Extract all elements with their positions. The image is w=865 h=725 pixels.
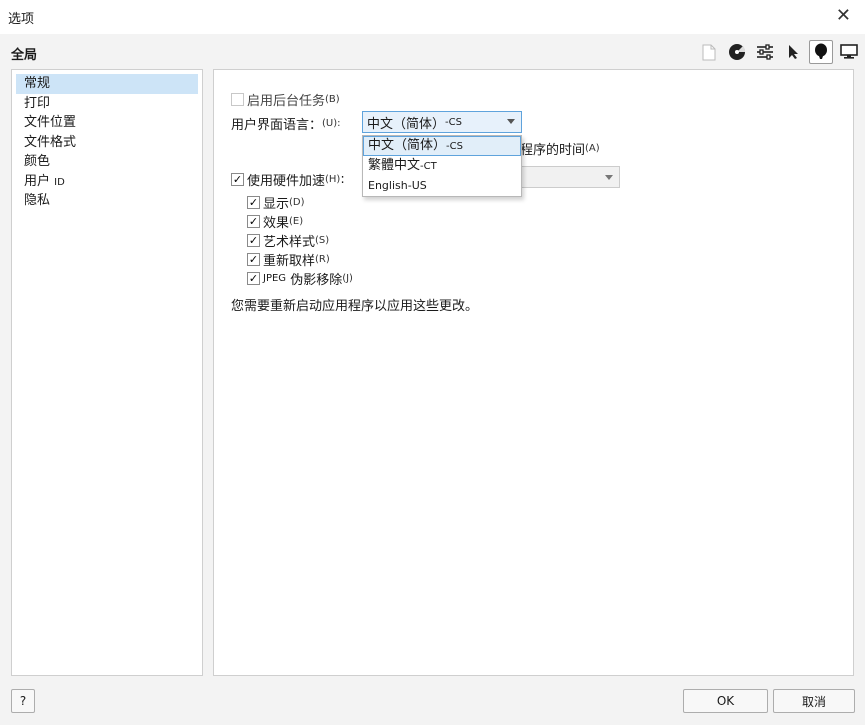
- background-tasks-accel: (B): [325, 94, 340, 105]
- hw-accel-accel: (H): [325, 174, 341, 185]
- ui-language-accel: (U):: [322, 118, 341, 129]
- category-sidebar: 常规 打印 文件位置 文件格式 颜色 用户 ID 隐私: [11, 69, 203, 676]
- ui-language-dropdown: 中文（简体）-CS 繁體中文-CT English-US: [362, 135, 522, 197]
- window-title: 选项: [8, 12, 35, 27]
- language-option-label: English-US: [368, 179, 427, 192]
- hw-resample-accel: (R): [315, 254, 330, 265]
- monitor-icon[interactable]: [837, 40, 861, 64]
- partial-option-label: 程序的时间: [520, 143, 586, 158]
- color-disc-icon[interactable]: [725, 40, 749, 64]
- hw-art-styles-checkbox[interactable]: ✓: [247, 234, 260, 247]
- hw-accel-option[interactable]: ✓ 使用硬件加速 (H):: [231, 170, 345, 189]
- general-settings-panel: [213, 69, 854, 676]
- restart-note-text: 您需要重新启动应用程序以应用这些更改。: [231, 299, 479, 314]
- background-tasks-option[interactable]: 启用后台任务 (B): [231, 90, 340, 109]
- balloon-icon[interactable]: [809, 40, 833, 64]
- hw-display-option[interactable]: ✓ 显示 (D): [247, 193, 305, 212]
- ui-language-value-code: -CS: [445, 116, 462, 128]
- language-option-label: 中文（简体）: [368, 138, 447, 153]
- ui-language-row: 用户界面语言： (U):: [231, 114, 341, 133]
- page-title: 全局: [11, 48, 38, 63]
- hw-effects-label: 效果: [263, 216, 290, 231]
- sliders-icon[interactable]: [753, 40, 777, 64]
- hw-art-styles-label: 艺术样式: [263, 235, 316, 250]
- sidebar-item-label: 文件格式: [24, 134, 77, 150]
- sidebar-item-label: 常规: [24, 76, 51, 91]
- language-option-label: 繁體中文: [368, 158, 421, 173]
- hw-jpeg-artifact-checkbox[interactable]: ✓: [247, 272, 260, 285]
- hw-accel-checkbox[interactable]: ✓: [231, 173, 244, 186]
- hw-display-accel: (D): [289, 197, 305, 208]
- sidebar-item-color[interactable]: 颜色: [16, 152, 198, 172]
- ui-language-value: 中文（简体）: [367, 116, 446, 132]
- hw-resample-option[interactable]: ✓ 重新取样 (R): [247, 250, 330, 269]
- ui-language-label: 用户界面语言：: [231, 118, 323, 133]
- sidebar-item-label: 用户: [24, 173, 51, 189]
- restart-note: 您需要重新启动应用程序以应用这些更改。: [231, 295, 478, 314]
- hw-jpeg-prefix: JPEG: [263, 273, 287, 284]
- hw-display-label: 显示: [263, 197, 290, 212]
- cancel-button-label: 取消: [801, 694, 826, 709]
- pointer-icon[interactable]: [781, 40, 805, 64]
- title-bar: 选项 ✕: [0, 0, 865, 34]
- cancel-button[interactable]: 取消: [773, 689, 855, 713]
- chevron-down-icon: [605, 175, 613, 180]
- ui-language-select[interactable]: 中文（简体） -CS: [362, 111, 522, 133]
- sidebar-item-file-locations[interactable]: 文件位置: [16, 113, 198, 133]
- sidebar-item-user-id[interactable]: 用户 ID: [16, 172, 198, 192]
- sidebar-item-label: 颜色: [24, 154, 51, 169]
- language-option-zh-ct[interactable]: 繁體中文-CT: [363, 156, 521, 176]
- hw-accel-label: 使用硬件加速: [247, 174, 326, 189]
- language-option-code: -CT: [420, 161, 437, 172]
- help-button[interactable]: ?: [11, 689, 35, 713]
- hw-effects-accel: (E): [289, 216, 304, 227]
- hw-accel-select[interactable]: [515, 166, 620, 188]
- options-toolbar: [697, 40, 861, 64]
- sidebar-item-general[interactable]: 常规: [16, 74, 198, 94]
- hw-jpeg-artifact-label: 伪影移除: [290, 273, 343, 288]
- hw-effects-checkbox[interactable]: ✓: [247, 215, 260, 228]
- sidebar-item-suffix: ID: [54, 176, 65, 188]
- hw-resample-label: 重新取样: [263, 254, 316, 269]
- hw-resample-checkbox[interactable]: ✓: [247, 253, 260, 266]
- sidebar-item-label: 文件位置: [24, 115, 77, 130]
- sidebar-item-file-formats[interactable]: 文件格式: [16, 133, 198, 153]
- section-header: 全局: [0, 34, 865, 70]
- hw-display-checkbox[interactable]: ✓: [247, 196, 260, 209]
- language-option-zh-cs[interactable]: 中文（简体）-CS: [363, 136, 521, 156]
- chevron-down-icon: [507, 119, 515, 124]
- hw-jpeg-artifact-accel: (J): [342, 273, 353, 284]
- background-tasks-checkbox[interactable]: [231, 93, 244, 106]
- hw-art-styles-option[interactable]: ✓ 艺术样式 (S): [247, 231, 329, 250]
- ok-button-label: OK: [716, 694, 735, 708]
- sidebar-item-privacy[interactable]: 隐私: [16, 191, 198, 211]
- ok-button[interactable]: OK: [683, 689, 768, 713]
- partial-option-text: 程序的时间 (A): [520, 139, 600, 158]
- sidebar-item-label: 隐私: [24, 193, 51, 208]
- background-tasks-label: 启用后台任务: [247, 94, 326, 109]
- close-icon[interactable]: ✕: [836, 5, 851, 26]
- hw-art-styles-accel: (S): [315, 235, 330, 246]
- hw-jpeg-artifact-option[interactable]: ✓ JPEG 伪影移除 (J): [247, 269, 353, 288]
- partial-option-accel: (A): [585, 143, 600, 154]
- language-option-en-us[interactable]: English-US: [363, 176, 521, 196]
- help-button-label: ?: [19, 694, 27, 708]
- document-icon[interactable]: [697, 40, 721, 64]
- language-option-code: -CS: [446, 141, 463, 152]
- hw-accel-colon: :: [340, 172, 345, 187]
- sidebar-item-label: 打印: [24, 95, 51, 111]
- sidebar-item-print[interactable]: 打印: [16, 94, 198, 114]
- hw-effects-option[interactable]: ✓ 效果 (E): [247, 212, 303, 231]
